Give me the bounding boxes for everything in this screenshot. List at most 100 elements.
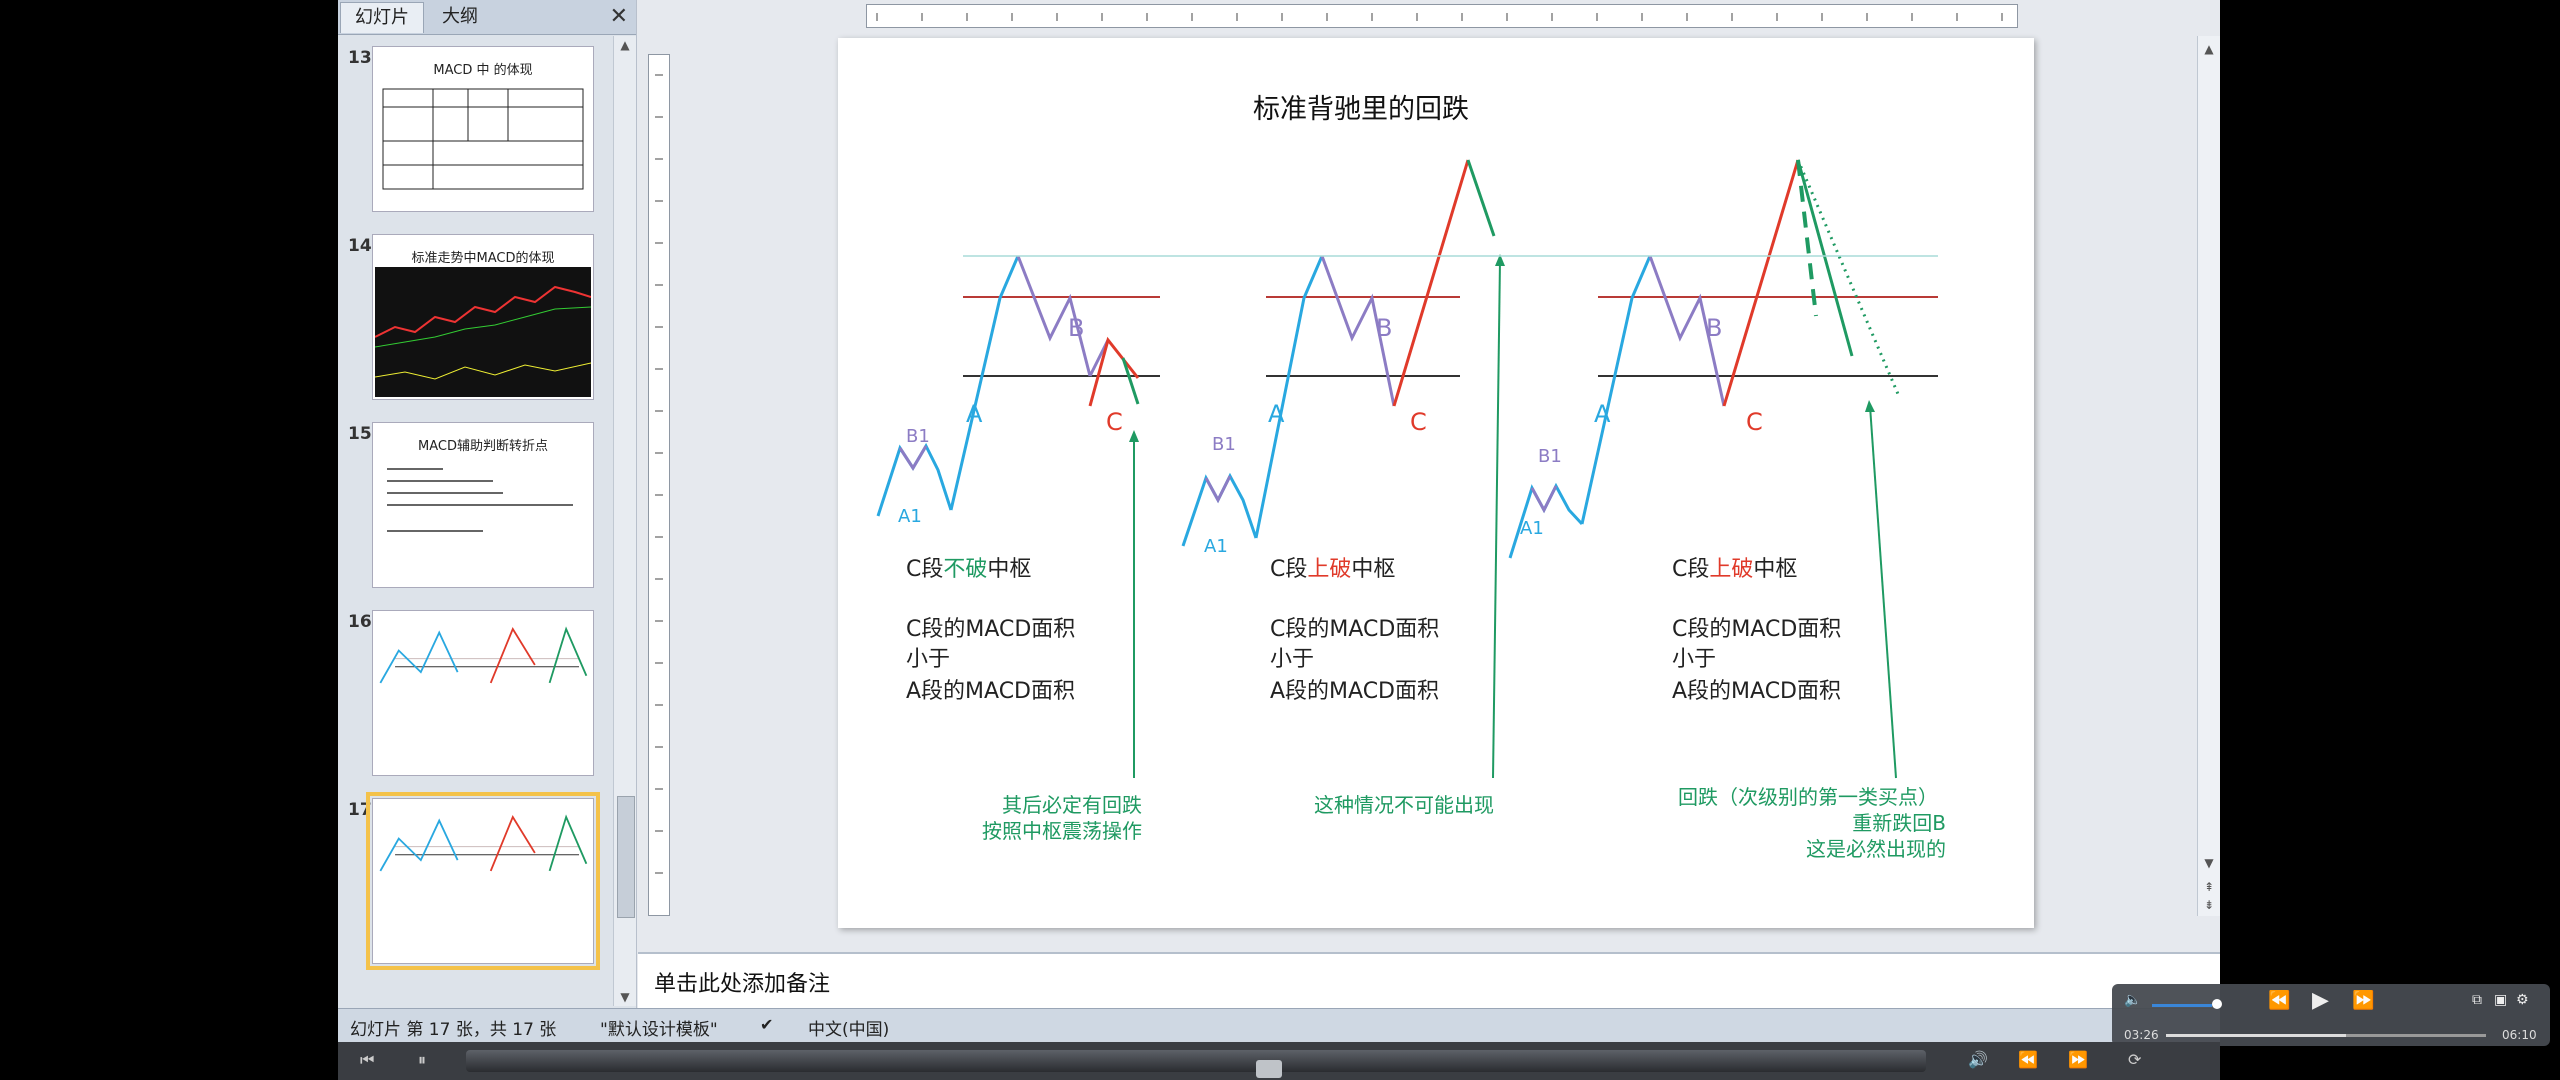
macd-line-3: A段的MACD面积 (1672, 679, 1841, 704)
slide-thumbnail-16[interactable] (372, 610, 594, 776)
language-indicator[interactable]: 中文(中国) (808, 1015, 889, 1040)
total-time: 06:10 (2502, 1028, 2537, 1042)
powerpoint-window: 幻灯片 大纲 ✕ 13 MACD 中 的体现 14 标准走势中MACD的体现 1… (338, 0, 2550, 1080)
prev-slide-icon[interactable]: ⇞ (2198, 880, 2220, 894)
horizontal-ruler[interactable] (866, 4, 2018, 28)
progress-fill (2166, 1034, 2346, 1037)
label-a1: A1 (898, 506, 922, 527)
slide-thumbnail-14[interactable]: 标准走势中MACD的体现 (372, 234, 594, 400)
thumb-text-lines-graphic (387, 468, 573, 532)
note-line: 重新跌回B (1852, 811, 1946, 835)
video-player-controls: 🔈 ⏪ ▶ ⏩ ⧉ ▣ ⚙ 03:26 06:10 (2112, 984, 2550, 1046)
next-slide-icon[interactable]: ⇟ (2198, 898, 2220, 912)
label-a1: A1 (1204, 536, 1228, 557)
label-b: B (1376, 314, 1392, 342)
slide-title: 标准背驰里的回跌 (1253, 94, 1469, 125)
rewind-icon[interactable]: ⏪ (2018, 1050, 2038, 1069)
scroll-up-icon[interactable]: ▲ (614, 38, 636, 52)
case-key: 上破 (1709, 557, 1753, 582)
label-b1: B1 (906, 426, 930, 447)
volume-knob[interactable] (2212, 999, 2222, 1009)
panel-2-note: 这种情况不可能出现 (1314, 793, 1494, 817)
note-line: 回跌（次级别的第一类买点） (1678, 785, 1938, 809)
slide-scrollbar[interactable]: ▲ ▼ ⇞ ⇟ (2197, 36, 2220, 916)
note-line: 按照中枢震荡操作 (982, 819, 1142, 843)
thumb-number: 13 (348, 48, 372, 68)
label-c: C (1106, 408, 1123, 436)
seek-track[interactable] (466, 1050, 1926, 1078)
case-key: 不破 (943, 557, 987, 582)
macd-line-1: C段的MACD面积 (1270, 617, 1439, 642)
vertical-ruler[interactable] (648, 54, 670, 916)
label-a: A (966, 400, 983, 428)
label-c: C (1410, 408, 1427, 436)
thumb-number: 15 (348, 424, 372, 444)
svg-text:C段不破中枢: C段不破中枢 (906, 557, 1031, 582)
close-pane-icon[interactable]: ✕ (610, 2, 628, 32)
slides-pane: 幻灯片 大纲 ✕ 13 MACD 中 的体现 14 标准走势中MACD的体现 1… (338, 0, 637, 1008)
case-pre: C段 (1672, 557, 1709, 582)
label-a: A (1594, 400, 1611, 428)
thumbnail-list: 13 MACD 中 的体现 14 标准走势中MACD的体现 15 MACD辅助判… (338, 36, 608, 1006)
thumb-mini-chart (379, 626, 588, 684)
pip-icon[interactable]: ⧉ (2472, 992, 2482, 1008)
notes-placeholder[interactable]: 单击此处添加备注 (654, 966, 830, 998)
play-icon[interactable]: ▶ (2312, 988, 2329, 1013)
scrollbar-thumb[interactable] (617, 796, 635, 918)
case-post: 中枢 (987, 557, 1031, 582)
thumb-title: 标准走势中MACD的体现 (411, 251, 555, 266)
panel-2-text: C段上破中枢 C段的MACD面积 小于 A段的MACD面积 (1270, 557, 1439, 704)
scroll-up-icon[interactable]: ▲ (2198, 42, 2220, 56)
panel-3-text: C段上破中枢 C段的MACD面积 小于 A段的MACD面积 (1672, 557, 1841, 704)
seek-knob[interactable] (1256, 1060, 1282, 1078)
thumb-number: 16 (348, 612, 372, 632)
playback-progress[interactable] (2166, 1034, 2486, 1037)
panel-1-note: 其后必定有回跌 按照中枢震荡操作 (982, 793, 1142, 843)
loop-icon[interactable]: ⟳ (2128, 1050, 2141, 1069)
scroll-down-icon[interactable]: ▼ (2198, 856, 2220, 870)
note-line: 这是必然出现的 (1806, 837, 1946, 861)
label-b: B (1068, 314, 1084, 342)
tab-outline[interactable]: 大纲 (428, 2, 492, 32)
macd-line-1: C段的MACD面积 (1672, 617, 1841, 642)
skip-back-icon[interactable]: ⏮ (360, 1050, 374, 1070)
slide-thumbnail-17[interactable] (366, 792, 600, 970)
volume-slider[interactable] (2152, 1004, 2212, 1007)
current-time: 03:26 (2124, 1028, 2159, 1042)
macd-line-2: 小于 (1270, 647, 1314, 672)
macd-line-2: 小于 (906, 647, 950, 672)
case-post: 中枢 (1753, 557, 1797, 582)
fullscreen-icon[interactable]: ▣ (2494, 992, 2507, 1008)
fast-forward-icon[interactable]: ⏩ (2352, 990, 2374, 1011)
thumb-title: MACD辅助判断转折点 (418, 439, 548, 454)
volume-icon[interactable]: 🔈 (2124, 992, 2141, 1008)
pause-icon[interactable]: ⏸ (418, 1050, 426, 1070)
case-post: 中枢 (1351, 557, 1395, 582)
thumb-title: MACD 中 的体现 (433, 63, 533, 78)
panel-1-text: C段不破中枢 C段的MACD面积 小于 A段的MACD面积 (906, 557, 1075, 704)
rewind-icon[interactable]: ⏪ (2268, 990, 2290, 1011)
macd-line-3: A段的MACD面积 (1270, 679, 1439, 704)
label-c: C (1746, 408, 1763, 436)
thumb-mini-chart (379, 814, 588, 872)
notes-pane[interactable]: 单击此处添加备注 (638, 952, 2220, 1008)
note-line: 其后必定有回跌 (1002, 793, 1142, 817)
case-pre: C段 (906, 557, 943, 582)
tab-slides[interactable]: 幻灯片 (340, 2, 424, 33)
fast-forward-icon[interactable]: ⏩ (2068, 1050, 2088, 1069)
slide-thumbnail-15[interactable]: MACD辅助判断转折点 (372, 422, 594, 588)
thumb-number: 14 (348, 236, 372, 256)
volume-icon[interactable]: 🔊 (1968, 1050, 1988, 1069)
slide-canvas[interactable]: 标准背驰里的回跌 A1 B1 A B C A1 B1 A B C A1 B1 A… (838, 38, 2034, 928)
settings-icon[interactable]: ⚙ (2516, 992, 2529, 1008)
thumb-table-graphic (382, 88, 584, 190)
slide-thumbnail-13[interactable]: MACD 中 的体现 (372, 46, 594, 212)
spell-check-icon[interactable]: ✔ (760, 1015, 773, 1034)
label-b1: B1 (1212, 434, 1236, 455)
label-b1: B1 (1538, 446, 1562, 467)
thumbnail-scrollbar[interactable]: ▲ ▼ (613, 36, 636, 1006)
slide-diagram: 标准背驰里的回跌 A1 B1 A B C A1 B1 A B C A1 B1 A… (876, 94, 1946, 861)
scroll-down-icon[interactable]: ▼ (614, 990, 636, 1004)
macd-line-1: C段的MACD面积 (906, 617, 1075, 642)
media-bar: ⏮ ⏸ 🔊 ⏪ ⏩ ⟳ (338, 1042, 2220, 1080)
